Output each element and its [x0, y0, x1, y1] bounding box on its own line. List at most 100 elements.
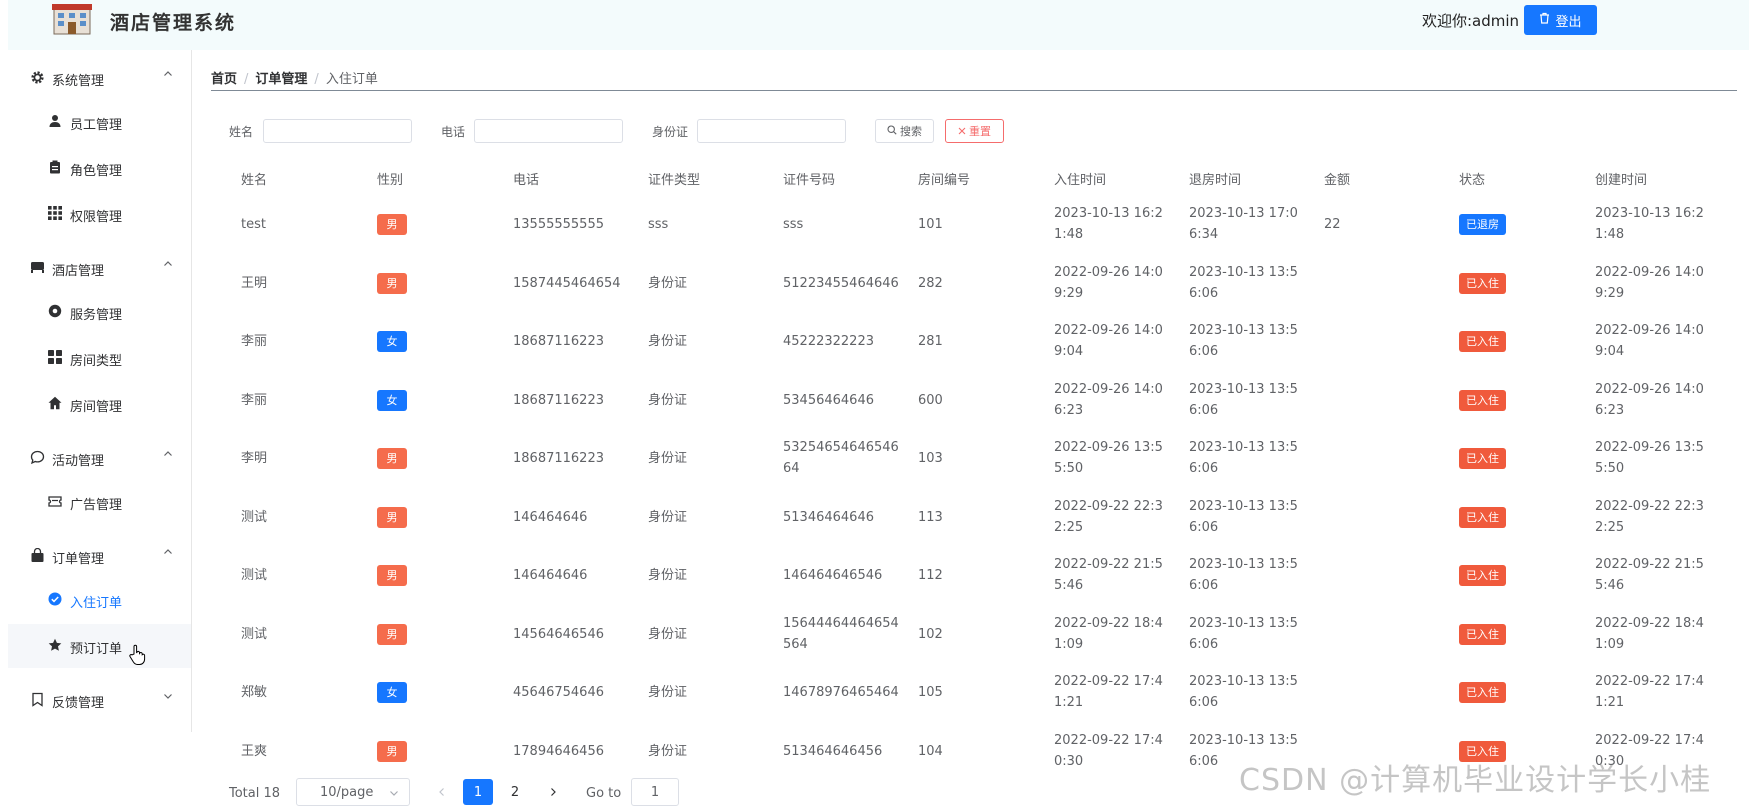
sidebar-item-rooms[interactable]: 房间管理: [8, 382, 191, 426]
cell-line: 1:48: [1595, 227, 1625, 242]
cell-phone: 146464646: [513, 567, 588, 583]
sidebar-item-room-types[interactable]: 房间类型: [8, 336, 191, 380]
goto-page-input[interactable]: 1: [631, 778, 679, 806]
cell-id-type: 身份证: [648, 509, 688, 525]
page-2-button[interactable]: 2: [500, 779, 530, 805]
prev-page-icon[interactable]: [437, 786, 447, 801]
cell-line: 2023-10-13 13:5: [1189, 616, 1298, 631]
cell-checkin: 2022-09-22 17:4 0:30: [1054, 730, 1163, 772]
clipboard-icon: [48, 160, 63, 175]
sidebar-item-permissions[interactable]: 权限管理: [8, 192, 191, 236]
close-icon: [958, 125, 966, 138]
cell-line: sss: [783, 216, 804, 232]
logout-button[interactable]: 登出: [1524, 5, 1597, 35]
breadcrumb-section[interactable]: 订单管理: [255, 72, 307, 87]
cell-checkout: 2023-10-13 13:5 6:06: [1189, 437, 1298, 479]
bookmark-icon: [30, 692, 46, 708]
reset-button-label: 重置: [969, 125, 991, 138]
cell-line: 2022-09-26 14:0: [1054, 382, 1163, 397]
chat-bubble-icon: [30, 450, 46, 466]
reset-button[interactable]: 重置: [945, 119, 1004, 143]
cell-line: 5:50: [1054, 461, 1084, 476]
cell-id-type: 身份证: [648, 684, 688, 700]
next-page-icon[interactable]: [548, 786, 558, 801]
sidebar-item-staff[interactable]: 员工管理: [8, 100, 191, 144]
gender-tag: 男: [377, 506, 407, 528]
gender-tag: 男: [377, 564, 407, 586]
name-search-input[interactable]: [263, 119, 412, 143]
sidebar-item-services[interactable]: 服务管理: [8, 290, 191, 334]
sidebar-item-label: 房间类型: [70, 354, 123, 369]
cell-line: 6:06: [1189, 403, 1219, 418]
menu-group-hotel[interactable]: 酒店管理: [8, 246, 191, 290]
cell-line: 513464646456: [783, 743, 883, 759]
sidebar-item-ads[interactable]: 广告管理: [8, 480, 191, 524]
star-icon: [48, 638, 63, 653]
status-badge: 已入住: [1459, 389, 1506, 411]
name-search-label: 姓名: [229, 125, 254, 139]
sidebar-item-label: 员工管理: [70, 118, 123, 133]
status-badge: 已入住: [1459, 447, 1506, 469]
gear-icon: [30, 70, 46, 86]
cell-line: 2022-09-22 22:3: [1054, 499, 1163, 514]
cell-name: 测试: [241, 626, 268, 642]
cell-line: 6:06: [1189, 461, 1219, 476]
cell-name: 李丽: [241, 333, 268, 349]
idcard-search-input[interactable]: [697, 119, 846, 143]
cell-line: 15644464464654: [783, 616, 899, 631]
menu-group-system[interactable]: 系统管理: [8, 56, 191, 100]
cell-line: 2023-10-13 13:5: [1189, 440, 1298, 455]
cell-id-no: 15644464464654 564: [783, 613, 899, 655]
column-header-gender: 性别: [377, 173, 404, 188]
breadcrumb-current: 入住订单: [325, 72, 378, 87]
search-button[interactable]: 搜索: [875, 119, 934, 143]
menu-group-label: 活动管理: [52, 454, 105, 469]
menu-group-label: 反馈管理: [52, 696, 105, 711]
cell-checkin: 2022-09-22 21:5 5:46: [1054, 554, 1163, 596]
cell-line: 2022-09-22 18:4: [1595, 616, 1704, 631]
menu-group-activities[interactable]: 活动管理: [8, 436, 191, 480]
page-1-button[interactable]: 1: [463, 779, 493, 805]
hand-cursor-icon: [128, 644, 146, 670]
chevron-up-icon: [163, 546, 175, 558]
cell-line: 2022-09-22 17:4: [1595, 674, 1704, 689]
menu-group-feedback[interactable]: 反馈管理: [8, 678, 191, 722]
cell-line: 9:04: [1595, 344, 1625, 359]
sidebar-item-checkin-orders[interactable]: 入住订单: [8, 578, 191, 622]
search-icon: [887, 124, 897, 138]
column-header-status: 状态: [1459, 173, 1486, 188]
cell-room: 104: [918, 743, 943, 759]
cell-line: 2023-10-13 13:5: [1189, 382, 1298, 397]
cell-line: 2022-09-26 14:0: [1054, 323, 1163, 338]
cell-line: 6:23: [1595, 403, 1625, 418]
sidebar-item-booking-orders[interactable]: 预订订单: [8, 624, 191, 668]
cell-id-no: 146464646546: [783, 565, 882, 586]
sidebar-item-label: 入住订单: [70, 596, 123, 611]
cell-line: 2023-10-13 13:5: [1189, 499, 1298, 514]
hotel-logo-icon: [48, 2, 96, 36]
breadcrumb-home[interactable]: 首页: [211, 72, 237, 87]
gender-tag: 男: [377, 272, 407, 294]
cell-line: 0:30: [1054, 754, 1084, 769]
page-size-select[interactable]: 10/page: [296, 778, 410, 806]
cell-id-no: sss: [783, 214, 803, 235]
gender-tag: 女: [377, 389, 407, 411]
phone-search-input[interactable]: [474, 119, 623, 143]
cell-phone: 18687116223: [513, 392, 604, 408]
cell-name: 王明: [241, 275, 268, 291]
menu-group-orders[interactable]: 订单管理: [8, 534, 191, 578]
cell-id-type: 身份证: [648, 275, 688, 291]
cell-line: 51346464646: [783, 509, 874, 525]
menu-group-label: 系统管理: [52, 74, 105, 89]
cell-line: 2023-10-13 13:5: [1189, 733, 1298, 748]
watermark: CSDN @计算机毕业设计学长小桂: [1239, 763, 1712, 798]
status-badge: 已入住: [1459, 681, 1506, 703]
cell-line: 1:09: [1054, 637, 1084, 652]
cell-checkout: 2023-10-13 13:5 6:06: [1189, 671, 1298, 713]
cell-line: 6:06: [1189, 520, 1219, 535]
cell-created: 2023-10-13 16:2 1:48: [1595, 203, 1704, 245]
cell-line: 6:23: [1054, 403, 1084, 418]
cell-checkin: 2023-10-13 16:2 1:48: [1054, 203, 1163, 245]
sidebar-item-roles[interactable]: 角色管理: [8, 146, 191, 190]
cell-line: 14678976465464: [783, 684, 899, 700]
